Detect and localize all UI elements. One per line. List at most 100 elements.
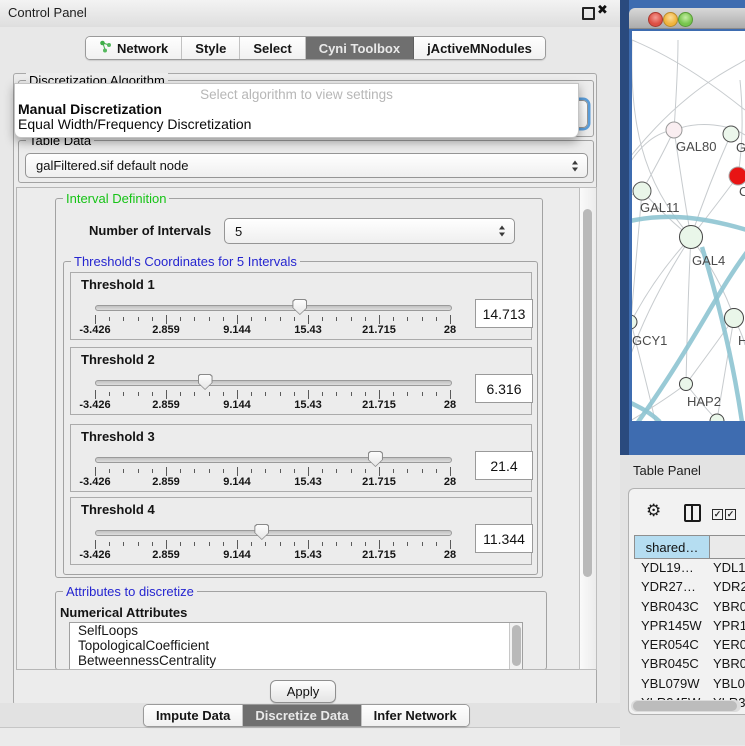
table-row[interactable]: YBR045CYBR0 xyxy=(634,654,745,673)
attribute-item[interactable]: TopologicalCoefficient xyxy=(70,638,522,653)
network-edge xyxy=(632,237,691,390)
columns-icon[interactable] xyxy=(684,504,701,522)
threshold-value-field[interactable]: 14.713 xyxy=(475,299,533,328)
attributes-group: Attributes to discretize Numerical Attri… xyxy=(55,591,547,670)
node-label: H xyxy=(738,333,745,348)
slider-tick-labels: -3.4262.8599.14415.4321.71528 xyxy=(95,324,451,336)
slider-thumb[interactable] xyxy=(198,374,213,390)
slider-track[interactable] xyxy=(95,457,452,463)
checkbox-icon[interactable]: ✓ xyxy=(712,509,723,520)
close-traffic-light[interactable] xyxy=(648,12,663,27)
tab-infer-network[interactable]: Infer Network xyxy=(362,705,469,726)
network-node[interactable] xyxy=(633,182,651,200)
network-node[interactable] xyxy=(729,167,745,185)
slider-thumb[interactable] xyxy=(254,524,269,540)
thresholds-group-title: Threshold's Coordinates for 5 Intervals xyxy=(71,254,300,269)
network-canvas[interactable]: GAL80GACGAL11GAL4GCY1HHAP2 xyxy=(632,31,745,421)
number-of-intervals-combobox[interactable]: 5 xyxy=(224,218,515,244)
tab-style[interactable]: Style xyxy=(182,37,240,59)
cell-name: YBR0 xyxy=(713,599,745,614)
minimize-traffic-light[interactable] xyxy=(663,12,678,27)
threshold-value-field[interactable]: 11.344 xyxy=(475,524,533,553)
table-data-combobox[interactable]: galFiltered.sif default node xyxy=(25,153,588,178)
threshold-value-field[interactable]: 6.316 xyxy=(475,374,533,403)
column-header-shared[interactable]: shared… xyxy=(635,536,710,558)
tab-cyni-toolbox[interactable]: Cyni Toolbox xyxy=(306,37,414,59)
network-node[interactable] xyxy=(666,122,682,138)
slider-track[interactable] xyxy=(95,305,452,311)
bottom-strip xyxy=(0,727,620,746)
node-label: GAL4 xyxy=(692,253,725,268)
attribute-item[interactable]: BetweennessCentrality xyxy=(70,653,522,668)
tab-network[interactable]: Network xyxy=(86,37,182,59)
content-frame: Discretization Algorithm Table Data galF… xyxy=(13,73,597,705)
table-row[interactable]: YER054CYER0 xyxy=(634,635,745,654)
column-header-name[interactable]: n xyxy=(710,536,745,558)
algorithm-hint: Select algorithm to view settings xyxy=(15,87,578,102)
tab-impute-data[interactable]: Impute Data xyxy=(144,705,243,726)
threshold-row: Threshold 2-3.4262.8599.14415.4321.71528… xyxy=(70,347,532,415)
float-window-icon[interactable] xyxy=(582,7,595,20)
tab-label: Style xyxy=(195,41,226,56)
network-edge xyxy=(674,40,678,130)
panel-titlebar: Control Panel ✖ xyxy=(0,0,620,27)
node-table: shared… n YDL19…YDL1YDR27…YDR2YBR043CYBR… xyxy=(634,535,745,712)
top-tab-bar: Network Style Select Cyni Toolbox jActiveMNo… xyxy=(85,36,546,60)
algorithm-option[interactable]: Manual Discretization xyxy=(18,102,575,117)
network-node[interactable] xyxy=(632,315,637,329)
threshold-row: Threshold 4-3.4262.8599.14415.4321.71528… xyxy=(70,497,532,565)
node-label: GAL11 xyxy=(640,200,680,215)
network-node[interactable] xyxy=(725,309,744,328)
cell-name: YER0 xyxy=(713,637,745,652)
slider-thumb[interactable] xyxy=(292,299,307,315)
tab-jactivemnodules[interactable]: jActiveMNodules xyxy=(414,37,545,59)
algorithm-option[interactable]: Equal Width/Frequency Discretization xyxy=(18,117,575,132)
network-edge xyxy=(642,130,674,191)
network-node[interactable] xyxy=(680,378,693,391)
close-icon[interactable]: ✖ xyxy=(597,3,608,18)
zoom-traffic-light[interactable] xyxy=(678,12,693,27)
cell-name: YPR1 xyxy=(713,618,745,633)
table-row[interactable]: YDL19…YDL1 xyxy=(634,558,745,577)
control-panel: Control Panel ✖ Network Style Select Cyni T… xyxy=(0,0,620,745)
cell-shared-name: YBR043C xyxy=(641,599,711,614)
table-header: shared… n xyxy=(634,535,745,559)
tab-select[interactable]: Select xyxy=(240,37,305,59)
table-row[interactable]: YDR27…YDR2 xyxy=(634,577,745,596)
table-row[interactable]: YBL079WYBL0 xyxy=(634,674,745,693)
threshold-value-field[interactable]: 21.4 xyxy=(475,451,533,480)
network-node[interactable] xyxy=(680,226,703,249)
panel-title: Control Panel xyxy=(8,5,87,20)
apply-button[interactable]: Apply xyxy=(270,680,336,703)
network-edge xyxy=(632,130,674,180)
node-label: GAL80 xyxy=(676,139,716,154)
cell-name: YBL0 xyxy=(713,676,745,691)
slider-tick-labels: -3.4262.8599.14415.4321.71528 xyxy=(95,549,451,561)
interval-definition-group: Interval Definition Number of Intervals … xyxy=(55,198,543,578)
slider-track[interactable] xyxy=(95,530,452,536)
node-label: C xyxy=(739,184,745,199)
vertical-scrollbar[interactable] xyxy=(579,187,597,670)
table-row[interactable]: YBR043CYBR0 xyxy=(634,597,745,616)
horizontal-scrollbar[interactable] xyxy=(631,700,741,712)
attributes-list-scrollbar[interactable] xyxy=(509,623,523,669)
cell-shared-name: YBL079W xyxy=(641,676,711,691)
table-panel: Table Panel ⚙ ✓ ✓ shared… n YDL19…YDL1YD… xyxy=(620,455,745,745)
table-row[interactable]: YPR145WYPR1 xyxy=(634,616,745,635)
node-label: GA xyxy=(736,140,745,155)
interval-definition-title: Interval Definition xyxy=(63,191,169,206)
tab-discretize-data[interactable]: Discretize Data xyxy=(243,705,361,726)
slider-track[interactable] xyxy=(95,380,452,386)
network-edge xyxy=(738,80,742,176)
attributes-group-title: Attributes to discretize xyxy=(63,584,197,599)
network-edge xyxy=(686,237,691,384)
slider-thumb[interactable] xyxy=(368,451,383,467)
tab-label: Cyni Toolbox xyxy=(319,41,400,56)
network-window-titlebar xyxy=(629,8,745,29)
attribute-item[interactable]: SelfLoops xyxy=(70,623,522,638)
attributes-list[interactable]: SelfLoopsTopologicalCoefficientBetweenne… xyxy=(69,622,523,670)
gear-icon[interactable]: ⚙ xyxy=(646,501,661,521)
threshold-row: Threshold 1-3.4262.8599.14415.4321.71528… xyxy=(70,272,532,340)
checkbox-icon[interactable]: ✓ xyxy=(725,509,736,520)
split-pane-divider[interactable] xyxy=(620,0,629,455)
